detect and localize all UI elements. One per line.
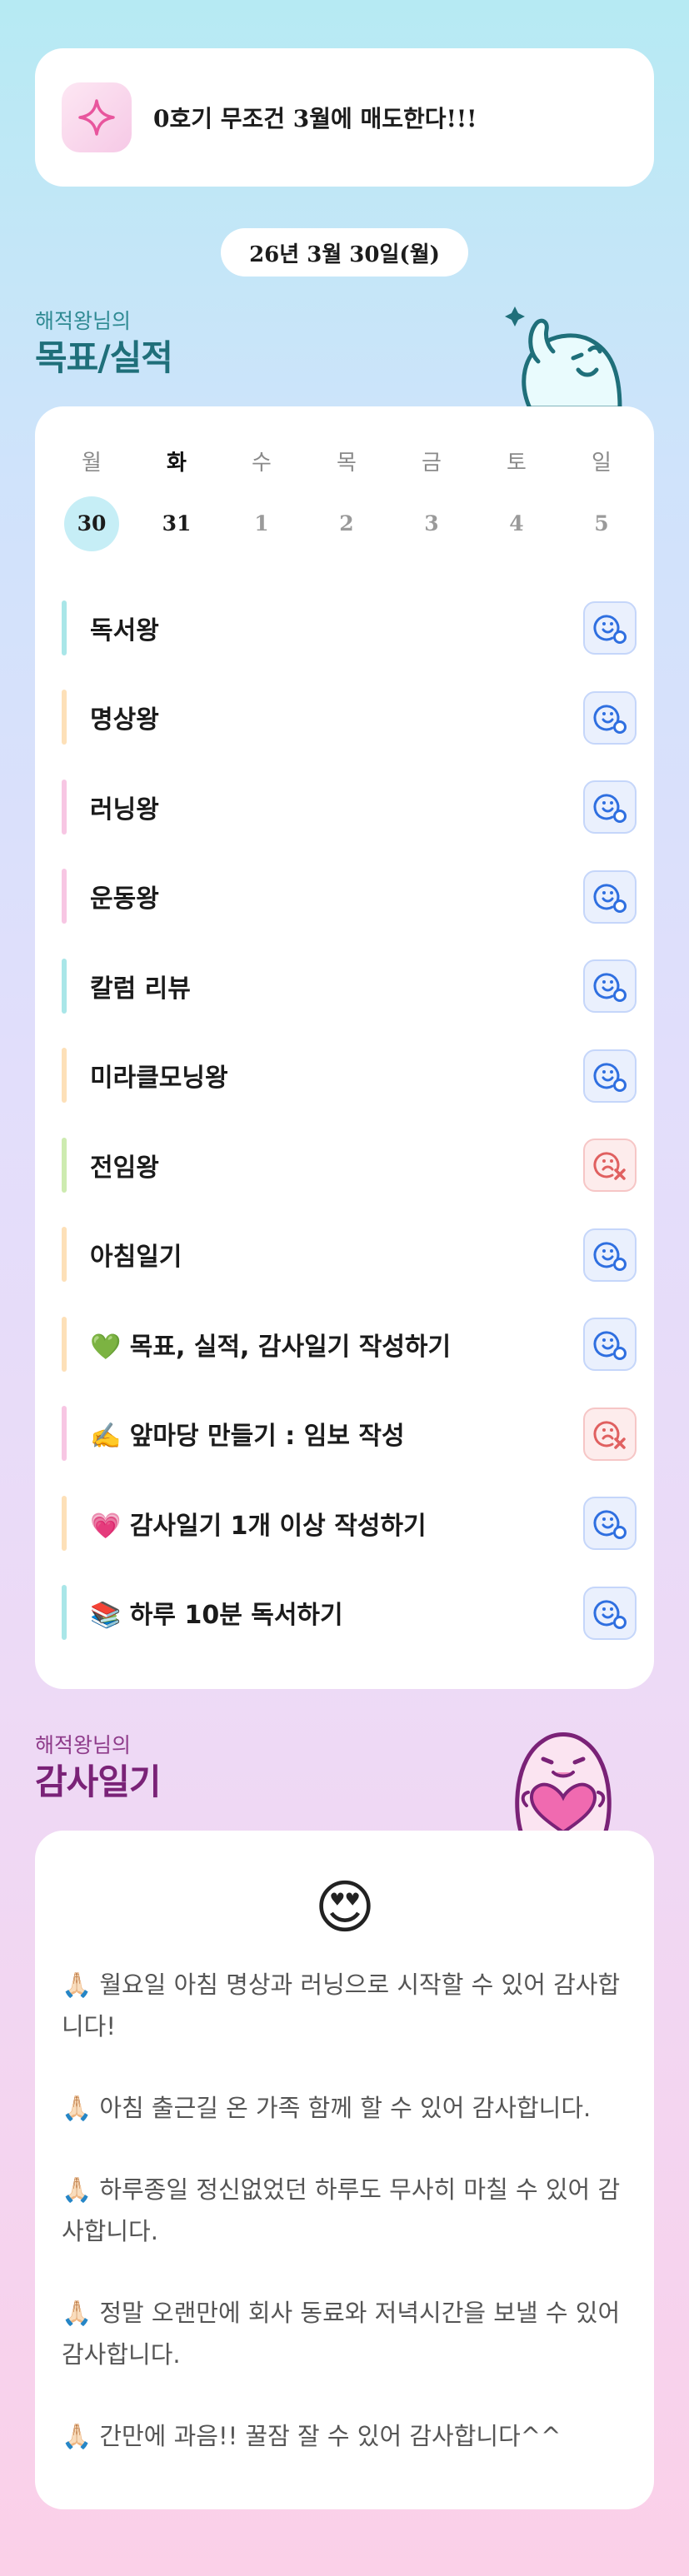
goal-list: 독서왕 명상왕 러닝왕 운동왕 칼럼 리뷰 미라클모닝왕 전임왕 아침일기 💚 … [62,583,637,1657]
goal-row[interactable]: 전임왕 [62,1120,637,1210]
goal-color-bar [62,690,67,745]
goal-label: 전임왕 [90,1153,159,1183]
weekday-label: 화 [167,451,187,476]
goal-status-done-button[interactable] [583,1228,637,1282]
gratitude-list: 🙏🏻 월요일 아침 명상과 러닝으로 시작할 수 있어 감사합니다! 🙏🏻 아침 … [62,1964,637,2497]
goal-row[interactable]: 러닝왕 [62,762,637,852]
goal-label: 칼럼 리뷰 [90,974,191,1004]
goal-row[interactable]: 📚 하루 10분 독서하기 [62,1568,637,1658]
goal-status-done-button[interactable] [583,1049,637,1103]
goal-label: 미라클모닝왕 [90,1064,228,1094]
goal-label: 운동왕 [90,884,159,914]
smile-check-icon [593,1599,627,1629]
weekday-row: 월 화 수 목 금 토 일 [63,446,630,480]
goal-label: 러닝왕 [90,795,159,825]
goal-color-bar [62,1495,67,1551]
smile-check-icon [593,1241,627,1271]
goal-label: ✍️ 앞마당 만들기 : 임보 작성 [90,1422,405,1452]
goal-status-done-button[interactable] [583,869,637,924]
gratitude-entry: 🙏🏻 하루종일 정신없었던 하루도 무사히 마칠 수 있어 감사합니다. [62,2175,621,2245]
goal-row[interactable]: 독서왕 [62,583,637,673]
gratitude-entry: 🙏🏻 간만에 과음!! 꿀잠 잘 수 있어 감사합니다^^ [62,2422,562,2450]
goal-color-bar [62,1316,67,1372]
smile-check-icon [593,704,627,734]
calendar-date[interactable]: 4 [488,496,545,551]
goal-row[interactable]: ✍️ 앞마당 만들기 : 임보 작성 [62,1389,637,1479]
smile-check-icon [593,1331,627,1360]
goal-color-bar [62,869,67,924]
goal-label: 명상왕 [90,705,159,735]
calendar-date-selected[interactable]: 30 [64,496,119,551]
goal-status-done-button[interactable] [583,601,637,655]
goals-card: 월 화 수 목 금 토 일 30 31 1 2 3 4 5 독서왕 명상왕 러닝… [35,406,654,1689]
goal-color-bar [62,1137,67,1193]
goal-status-done-button[interactable] [583,780,637,834]
calendar-date[interactable]: 3 [403,496,460,551]
goal-color-bar [62,600,67,655]
goal-row[interactable]: 미라클모닝왕 [62,1031,637,1121]
goal-row[interactable]: 아침일기 [62,1210,637,1300]
calendar-date[interactable]: 2 [318,496,375,551]
goal-color-bar [62,1048,67,1104]
goal-status-done-button[interactable] [583,1586,637,1640]
goal-row[interactable]: 💚 목표, 실적, 감사일기 작성하기 [62,1299,637,1389]
goal-status-done-button[interactable] [583,1318,637,1371]
date-label[interactable]: 26년 3월 30일(월) [221,228,468,277]
goal-row[interactable]: 칼럼 리뷰 [62,941,637,1031]
goal-status-fail-button[interactable] [583,1139,637,1192]
gratitude-entry: 🙏🏻 월요일 아침 명상과 러닝으로 시작할 수 있어 감사합니다! [62,1971,621,2040]
goal-color-bar [62,1585,67,1641]
goal-label: 💚 목표, 실적, 감사일기 작성하기 [90,1332,452,1362]
goal-status-done-button[interactable] [583,690,637,745]
goal-status-fail-button[interactable] [583,1407,637,1461]
smile-check-icon [593,615,627,644]
goal-status-done-button[interactable] [583,959,637,1013]
gratitude-entry: 🙏🏻 정말 오랜만에 회사 동료와 저녁시간을 보낼 수 있어 감사합니다. [62,2299,621,2369]
goal-color-bar [62,1227,67,1283]
heart-eyes-emoji-icon: 😍 [314,1873,376,1941]
smile-check-icon [593,973,627,1002]
goal-row[interactable]: 💗 감사일기 1개 이상 작성하기 [62,1478,637,1568]
mascot-heart-icon [515,1732,612,1834]
calendar-date[interactable]: 31 [148,496,205,551]
weekday-label: 금 [422,451,442,476]
mascot-thumbs-up-icon [505,306,622,408]
goals-title: 목표/실적 [35,337,173,378]
gratitude-card: 😍 🙏🏻 월요일 아침 명상과 러닝으로 시작할 수 있어 감사합니다! 🙏🏻 아… [35,1831,654,2509]
goal-label: 독서왕 [90,615,159,645]
calendar-date[interactable]: 1 [233,496,290,551]
goal-label: 💗 감사일기 1개 이상 작성하기 [90,1511,427,1541]
goal-banner-text: 0호기 무조건 3월에 매도한다!!! [153,105,477,132]
goal-label: 아침일기 [90,1243,182,1273]
goal-label: 📚 하루 10분 독서하기 [90,1601,343,1631]
sparkle-icon [62,82,132,152]
weekday-label: 일 [592,451,612,476]
goal-row[interactable]: 명상왕 [62,673,637,763]
goal-status-done-button[interactable] [583,1497,637,1550]
smile-check-icon [593,1062,627,1092]
smile-check-icon [593,794,627,823]
goal-banner[interactable]: 0호기 무조건 3월에 매도한다!!! [35,48,654,187]
smile-check-icon [593,883,627,913]
weekday-label: 월 [82,451,102,476]
goal-row[interactable]: 운동왕 [62,852,637,942]
smile-check-icon [593,1510,627,1539]
goal-color-bar [62,779,67,835]
dates-row: 30 31 1 2 3 4 5 [63,496,630,551]
goal-color-bar [62,1406,67,1462]
calendar-date[interactable]: 5 [573,496,630,551]
weekday-label: 토 [507,451,527,476]
frown-x-icon [593,1152,626,1180]
gratitude-entry: 🙏🏻 아침 출근길 온 가족 함께 할 수 있어 감사합니다. [62,2094,592,2122]
weekday-label: 수 [252,451,272,476]
goal-color-bar [62,958,67,1014]
frown-x-icon [593,1420,626,1449]
weekday-label: 목 [337,451,357,476]
gratitude-title: 감사일기 [35,1761,162,1802]
